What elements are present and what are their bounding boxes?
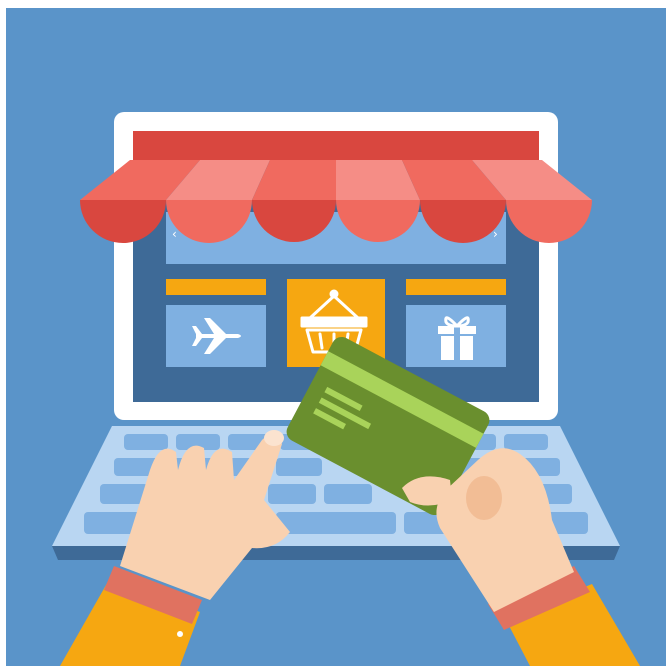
tile-label-bar [166, 279, 266, 295]
tile-label-bar [406, 279, 506, 295]
right-thumb-shadow [466, 476, 502, 520]
fingertip [264, 430, 284, 446]
product-tile-gifts [406, 279, 506, 367]
product-tile-travel [166, 279, 266, 367]
online-shopping-illustration: ‹ › [0, 0, 672, 666]
illustration-stage: ‹ › [0, 0, 672, 666]
awning-top [133, 131, 539, 161]
banner-prev-chevron-icon: ‹ [172, 227, 177, 241]
